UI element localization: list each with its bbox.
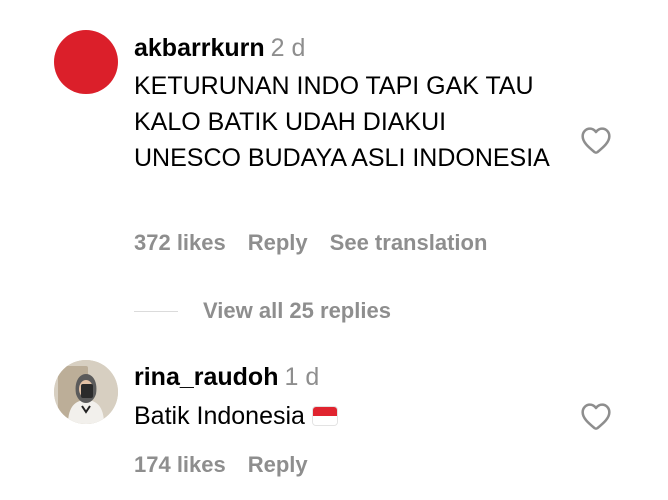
likes-count[interactable]: 372 likes <box>134 230 226 255</box>
comment-actions: 372 likes Reply See translation <box>134 230 509 256</box>
view-replies-label[interactable]: View all 25 replies <box>203 298 391 324</box>
replies-divider <box>134 310 178 312</box>
comment-text: Batik Indonesia <box>134 402 305 430</box>
profile-photo <box>54 360 118 424</box>
comment-header: rina_raudoh 1 d <box>134 362 319 392</box>
heart-outline-icon[interactable] <box>580 401 612 431</box>
reply-button[interactable]: Reply <box>248 452 308 477</box>
comment-actions: 174 likes Reply <box>134 452 330 478</box>
see-translation-button[interactable]: See translation <box>330 230 488 255</box>
avatar[interactable] <box>54 360 118 424</box>
flag-indonesia-icon <box>312 407 337 425</box>
view-replies-toggle[interactable]: View all 25 replies <box>134 296 391 326</box>
avatar[interactable] <box>54 30 118 94</box>
comment-text: KETURUNAN INDO TAPI GAK TAU KALO BATIK U… <box>134 72 550 172</box>
comment-header: akbarrkurn 2 d <box>134 33 305 63</box>
username-link[interactable]: rina_raudoh <box>134 363 278 391</box>
comment-text-line: Batik Indonesia <box>134 398 337 434</box>
username-link[interactable]: akbarrkurn <box>134 34 265 62</box>
reply-button[interactable]: Reply <box>248 230 308 255</box>
timestamp: 1 d <box>284 363 320 391</box>
timestamp: 2 d <box>270 34 306 62</box>
likes-count[interactable]: 174 likes <box>134 452 226 477</box>
heart-outline-icon[interactable] <box>580 125 612 155</box>
